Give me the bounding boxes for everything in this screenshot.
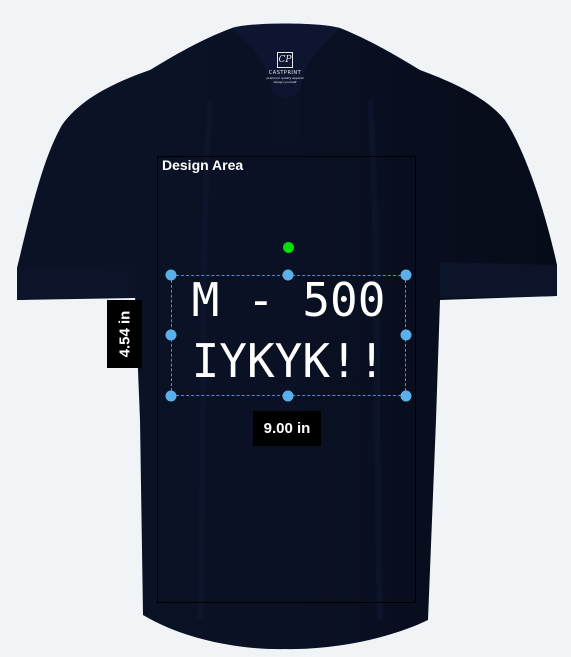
height-dimension-text: 4.54 in (116, 310, 133, 358)
resize-handle-bottom[interactable] (282, 390, 294, 402)
selection-box[interactable] (171, 275, 406, 396)
right-sleeve-cuff (440, 262, 557, 298)
height-dimension-label: 4.54 in (107, 300, 142, 368)
width-dimension-label: 9.00 in (253, 411, 321, 446)
brand-logo-mark: CP (277, 52, 293, 68)
resize-handle-bottom-left[interactable] (165, 390, 177, 402)
resize-handle-bottom-right[interactable] (400, 390, 412, 402)
resize-handle-left[interactable] (165, 329, 177, 341)
brand-logo-subline: design yourself (273, 80, 297, 84)
resize-handle-top-right[interactable] (400, 269, 412, 281)
brand-logo: CP CASTPRINT premium quality apparel des… (262, 52, 308, 96)
resize-handle-top-left[interactable] (165, 269, 177, 281)
rotate-handle[interactable] (283, 242, 294, 253)
left-sleeve-cuff (17, 264, 135, 300)
design-area-label: Design Area (162, 157, 244, 173)
design-canvas: CP CASTPRINT premium quality apparel des… (0, 0, 571, 657)
resize-handle-top[interactable] (282, 269, 294, 281)
resize-handle-right[interactable] (400, 329, 412, 341)
